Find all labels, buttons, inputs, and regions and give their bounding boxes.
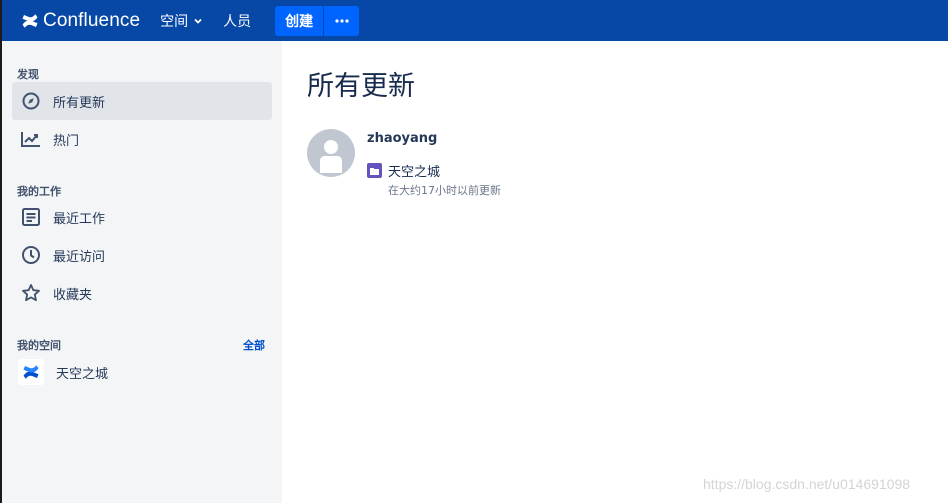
nav-people-label: 人员 [223, 13, 252, 30]
trending-icon [20, 128, 42, 150]
confluence-space-icon [18, 359, 44, 385]
user-avatar-icon [320, 140, 342, 173]
sidebar-item-label: 最近工作 [53, 211, 106, 227]
sidebar-section-my-work: 我的工作 [17, 185, 61, 198]
confluence-logo[interactable]: Confluence [21, 10, 140, 32]
nav-people[interactable]: 人员 [223, 11, 251, 31]
nav-spaces-label: 空间 [160, 13, 189, 30]
sidebar-section-my-spaces: 我的空间 [17, 339, 61, 352]
sidebar: 发现 所有更新 热门 我的工作 最近工作 最近访问 收藏夹 我的空间 全部 天空… [0, 41, 282, 503]
top-navigation: Confluence 空间 人员 创建 [0, 0, 948, 41]
sidebar-item-recently-visited[interactable]: 最近访问 [12, 236, 272, 274]
app-title: Confluence [43, 9, 141, 31]
sidebar-item-label: 收藏夹 [53, 287, 93, 303]
sidebar-item-recent-work[interactable]: 最近工作 [12, 198, 272, 236]
sidebar-item-label: 所有更新 [53, 95, 106, 111]
update-timestamp: 在大约17小时以前更新 [388, 184, 501, 197]
space-label: 天空之城 [56, 366, 109, 382]
update-item-link[interactable]: 天空之城 [367, 161, 440, 180]
ellipsis-icon [335, 18, 349, 23]
more-create-options-button[interactable] [324, 5, 360, 36]
update-title: 天空之城 [388, 165, 441, 180]
star-icon [20, 282, 42, 304]
nav-spaces-dropdown[interactable]: 空间 [160, 11, 203, 31]
watermark: https://blog.csdn.net/u014691098 [703, 476, 911, 492]
sidebar-item-favorites[interactable]: 收藏夹 [12, 274, 272, 312]
confluence-logo-icon [22, 13, 38, 28]
sidebar-item-label: 最近访问 [53, 249, 106, 265]
sidebar-item-popular[interactable]: 热门 [12, 120, 272, 158]
sidebar-item-all-updates[interactable]: 所有更新 [12, 82, 272, 120]
create-button-label: 创建 [285, 13, 314, 30]
avatar[interactable] [307, 129, 355, 177]
document-icon [20, 206, 42, 228]
update-username[interactable]: zhaoyang [367, 131, 437, 146]
create-button[interactable]: 创建 [275, 5, 324, 36]
all-spaces-link[interactable]: 全部 [243, 337, 265, 353]
sidebar-item-label: 热门 [53, 133, 80, 149]
compass-icon [20, 90, 42, 112]
clock-icon [20, 244, 42, 266]
chevron-down-icon [194, 18, 202, 24]
sidebar-section-discover: 发现 [17, 68, 39, 81]
sidebar-space-item[interactable]: 天空之城 [18, 359, 108, 385]
page-title: 所有更新 [307, 71, 415, 102]
folder-icon [367, 163, 382, 178]
